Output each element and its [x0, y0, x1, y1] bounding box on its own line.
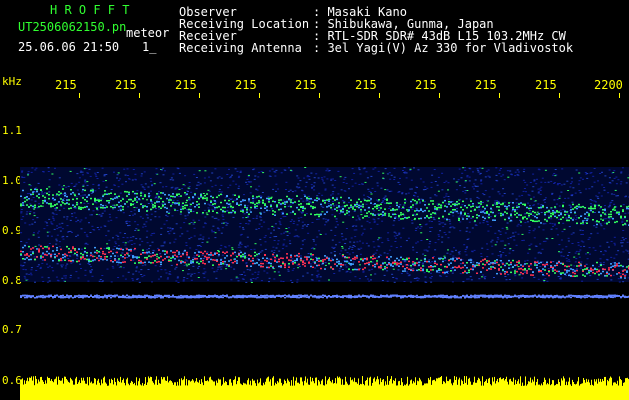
spectrogram-plot — [20, 96, 629, 400]
y-tick-label: 0.8 — [2, 274, 22, 287]
x-tick-label: 2200 — [594, 78, 623, 92]
x-tick-label: 215 — [235, 78, 257, 92]
y-axis-unit: kHz — [2, 75, 22, 88]
x-tick-label: 215 — [55, 78, 77, 92]
y-tick-label: 0.7 — [2, 323, 22, 336]
x-tick-mark — [559, 93, 560, 98]
spectrogram-canvas — [20, 167, 629, 400]
x-tick-label: 215 — [115, 78, 137, 92]
x-tick-mark — [319, 93, 320, 98]
x-tick-mark — [499, 93, 500, 98]
index-label: 1_ — [142, 40, 157, 54]
signal-band — [20, 294, 629, 299]
mode-label: meteor — [126, 26, 170, 40]
y-tick-label: 0.6 — [2, 374, 22, 387]
antenna-value: : 3el Yagi(V) Az 330 for Vladivostok — [313, 41, 574, 55]
x-tick-mark — [139, 93, 140, 98]
spectrogram-window: H R O F F T UT2506062150.pn meteor 25.06… — [0, 0, 629, 400]
datetime-label: 25.06.06 21:50 — [18, 40, 120, 54]
x-tick-mark — [619, 93, 620, 98]
x-tick-mark — [79, 93, 80, 98]
brand-title: H R O F F T — [50, 3, 130, 17]
x-tick-label: 215 — [175, 78, 197, 92]
x-tick-mark — [379, 93, 380, 98]
y-tick-label: 1.1 — [2, 124, 22, 137]
x-tick-label: 215 — [355, 78, 377, 92]
y-tick-label: 0.9 — [2, 224, 22, 237]
y-tick-label: 1.0 — [2, 174, 22, 187]
filename-label: UT2506062150.pn — [18, 20, 127, 34]
x-tick-label: 215 — [535, 78, 557, 92]
antenna-label: Receiving Antenna — [179, 41, 302, 55]
x-tick-mark — [199, 93, 200, 98]
x-tick-label: 215 — [295, 78, 317, 92]
noise-floor-trace — [20, 376, 629, 400]
x-tick-label: 215 — [415, 78, 437, 92]
x-tick-mark — [439, 93, 440, 98]
x-tick-label: 215 — [475, 78, 497, 92]
x-tick-mark — [259, 93, 260, 98]
